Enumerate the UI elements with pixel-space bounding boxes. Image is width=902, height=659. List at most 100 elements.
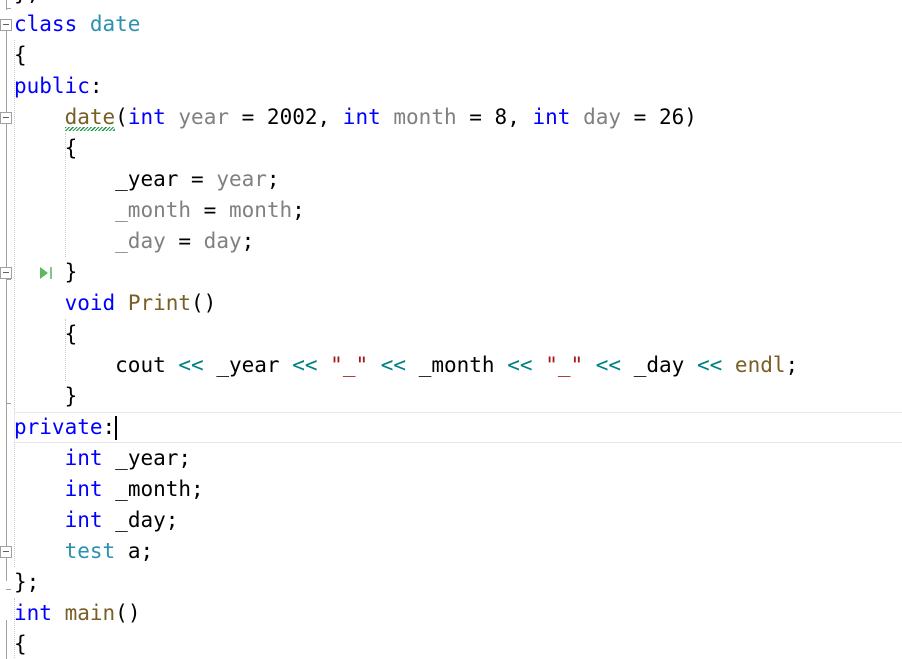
code-token-string: "_" xyxy=(330,353,369,377)
code-line[interactable]: } xyxy=(0,257,902,288)
code-line[interactable]: { xyxy=(0,40,902,71)
code-editor[interactable]: };class date{public: date(int year = 200… xyxy=(0,0,902,659)
code-token-operator: << xyxy=(292,353,318,377)
code-token-number: 26 xyxy=(658,105,685,129)
code-token-plain: = xyxy=(165,229,204,253)
code-token-plain: _year xyxy=(216,353,280,377)
code-line[interactable]: class date xyxy=(0,9,902,40)
code-token-keyword: int xyxy=(532,105,571,129)
code-token-operator: << xyxy=(178,353,204,377)
code-token-parameter: year xyxy=(178,105,229,129)
code-line[interactable]: cout << _year << "_" << _month << "_" <<… xyxy=(0,350,902,381)
code-line[interactable]: }; xyxy=(0,567,902,598)
code-token-operator: << xyxy=(696,353,723,377)
code-token-plain: _month xyxy=(115,477,192,501)
code-token-plain: ; xyxy=(165,508,179,532)
code-line[interactable]: _year = year; xyxy=(0,164,902,195)
code-line[interactable]: _month = month; xyxy=(0,195,902,226)
code-line[interactable]: private: xyxy=(0,412,902,443)
code-line[interactable]: int _month; xyxy=(0,474,902,505)
code-line[interactable]: } xyxy=(0,381,902,412)
code-line[interactable]: }; xyxy=(0,0,902,9)
code-line[interactable]: date(int year = 2002, int month = 8, int… xyxy=(0,102,902,133)
code-token-plain: _day xyxy=(633,353,685,377)
code-token-plain: = xyxy=(456,105,495,129)
code-token-keyword: int xyxy=(64,446,103,470)
code-token-plain: = xyxy=(621,105,659,129)
code-line[interactable]: { xyxy=(0,319,902,350)
code-token-plain: } xyxy=(14,260,78,284)
code-token-plain: ; xyxy=(140,539,154,563)
code-token-operator: << xyxy=(380,353,407,377)
code-token-keyword: int xyxy=(14,601,52,625)
code-token-keyword: private xyxy=(14,415,103,439)
code-token-plain: _year xyxy=(115,446,179,470)
code-token-macro: endl xyxy=(734,353,786,377)
code-token-plain: _year xyxy=(115,167,179,191)
code-line[interactable]: test a; xyxy=(0,536,902,567)
code-token-plain: : xyxy=(89,74,103,98)
code-token-plain: () xyxy=(115,601,141,625)
code-token-keyword: public xyxy=(14,74,90,98)
code-token-plain: ; xyxy=(785,353,799,377)
code-line[interactable]: int _day; xyxy=(0,505,902,536)
code-token-plain: ; xyxy=(178,446,192,470)
code-token-plain: { xyxy=(14,632,27,656)
code-token-plain: = xyxy=(191,198,229,222)
code-line[interactable]: { xyxy=(0,133,902,164)
code-token-plain: { xyxy=(14,322,78,346)
code-token-keyword: int xyxy=(127,105,166,129)
code-token-plain: = xyxy=(228,105,267,129)
code-line[interactable]: void Print() xyxy=(0,288,902,319)
code-token-parameter: day xyxy=(583,105,622,129)
code-token-keyword: class xyxy=(14,12,78,36)
code-token-plain: ) xyxy=(684,105,697,129)
code-line[interactable]: _day = day; xyxy=(0,226,902,257)
code-token-number: 8 xyxy=(494,105,508,129)
code-token-plain: () xyxy=(191,291,217,315)
code-token-plain: }; xyxy=(14,570,40,594)
code-token-plain: }; xyxy=(14,0,39,5)
code-token-plain: ( xyxy=(115,105,128,129)
code-token-keyword: int xyxy=(342,105,381,129)
code-token-function: Print xyxy=(127,291,192,315)
code-line[interactable]: public: xyxy=(0,71,902,102)
code-token-type: test xyxy=(64,539,116,563)
code-line[interactable]: { xyxy=(0,629,902,659)
code-line[interactable]: int main() xyxy=(0,598,902,629)
code-token-keyword: int xyxy=(64,477,103,501)
code-token-operator: << xyxy=(595,353,622,377)
code-token-plain: _day xyxy=(115,508,166,532)
code-token-plain: ; xyxy=(191,477,204,501)
code-token-plain: ; xyxy=(266,167,280,191)
code-token-parameter: month xyxy=(228,198,293,222)
code-token-plain: cout xyxy=(115,353,166,377)
code-token-parameter: _day xyxy=(115,229,166,253)
code-token-function: date xyxy=(64,105,116,129)
code-line[interactable]: int _year; xyxy=(0,443,902,474)
code-token-plain: a xyxy=(127,539,141,563)
code-token-plain: _month xyxy=(418,353,495,377)
